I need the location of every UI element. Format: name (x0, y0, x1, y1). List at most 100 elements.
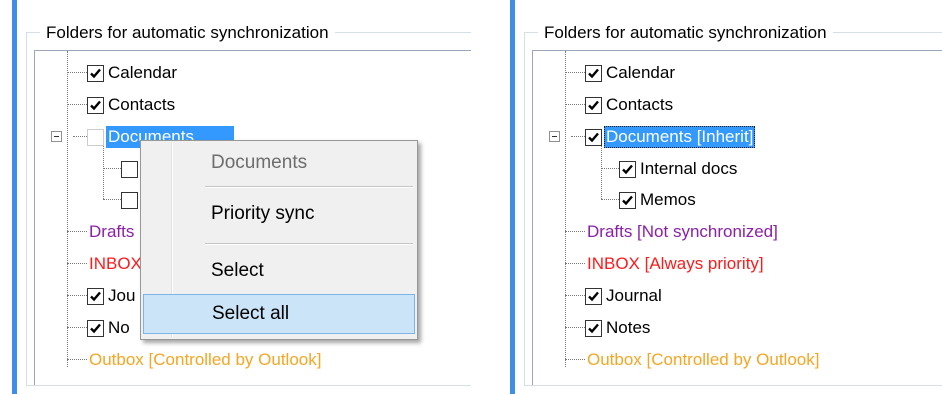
checkmark-icon (90, 100, 101, 110)
tree-item-documents[interactable]: Documents [Inherit] (585, 125, 756, 149)
checkbox-internal-docs[interactable] (619, 160, 636, 178)
checkbox-contacts[interactable] (87, 96, 104, 114)
tree-connector (565, 295, 585, 296)
tree-item-contacts[interactable]: Contacts (87, 93, 177, 117)
menu-header-documents: Documents (143, 143, 415, 183)
tree-connector (565, 51, 566, 367)
tree-item-label: Documents [Inherit] (604, 126, 756, 148)
tree-item-contacts[interactable]: Contacts (585, 93, 675, 117)
right-folder-tree[interactable]: Calendar Contacts Documents [Inherit] In… (532, 50, 942, 385)
tree-item-outbox[interactable]: Outbox [Controlled by Outlook] (585, 348, 821, 372)
tree-item-label: No (108, 318, 130, 337)
tree-item-label: INBOX (89, 254, 142, 273)
tree-item-label: Calendar (606, 63, 675, 82)
tree-item-label: Journal (606, 286, 662, 305)
tree-item-inbox[interactable]: INBOX [Always priority] (585, 252, 766, 276)
tree-item-notes[interactable]: No (87, 316, 132, 340)
checkbox-calendar[interactable] (585, 64, 602, 82)
tree-item-label: Notes (606, 318, 651, 337)
tree-item-label: Outbox [Controlled by Outlook] (89, 350, 322, 369)
tree-connector (73, 136, 87, 137)
tree-connector (67, 263, 87, 264)
checkbox-memos[interactable] (619, 191, 636, 209)
checkbox-contacts[interactable] (585, 96, 602, 114)
menu-item-select-all[interactable]: Select all (143, 294, 415, 334)
tree-connector (67, 231, 87, 232)
tree-item-label: Jou (108, 286, 136, 305)
tree-connector (67, 359, 87, 360)
checkbox-documents[interactable] (585, 128, 602, 146)
menu-item-label: Select (211, 260, 264, 281)
checkbox-child-2[interactable] (121, 191, 138, 209)
tree-connector (67, 327, 87, 328)
checkbox-documents[interactable] (87, 128, 104, 146)
tree-connector (103, 168, 121, 169)
menu-separator (205, 186, 413, 188)
collapse-toggle-icon[interactable] (51, 131, 62, 142)
tree-item-internal-docs[interactable]: Internal docs (619, 157, 739, 181)
tree-item-memos[interactable]: Memos (619, 188, 698, 212)
tree-item-calendar[interactable]: Calendar (585, 61, 677, 85)
tree-item-label: Internal docs (640, 159, 738, 178)
tree-connector (565, 359, 585, 360)
checkmark-icon (588, 291, 599, 301)
checkbox-notes[interactable] (585, 319, 602, 337)
tree-item-label: Drafts (89, 222, 135, 241)
tree-connector (565, 104, 585, 105)
tree-item-journal[interactable]: Jou (87, 284, 137, 308)
menu-item-priority-sync[interactable]: Priority sync (143, 194, 415, 234)
tree-connector (565, 231, 585, 232)
checkmark-icon (588, 132, 599, 142)
tree-item-inbox[interactable]: INBOX (87, 252, 144, 276)
tree-item-label: Outbox [Controlled by Outlook] (587, 350, 820, 369)
tree-item-calendar[interactable]: Calendar (87, 61, 179, 85)
checkmark-icon (622, 164, 633, 174)
right-group-title: Folders for automatic synchronization (538, 22, 833, 44)
tree-item-label: Calendar (108, 63, 177, 82)
left-group-title: Folders for automatic synchronization (40, 22, 335, 44)
collapse-toggle-icon[interactable] (549, 131, 560, 142)
checkmark-icon (622, 195, 633, 205)
checkmark-icon (588, 323, 599, 333)
tree-item-label: INBOX [Always priority] (587, 254, 764, 273)
tree-item-drafts[interactable]: Drafts (87, 220, 136, 244)
context-menu: Documents Priority sync Select Select al… (140, 140, 418, 340)
checkbox-child-1[interactable] (121, 160, 138, 178)
checkbox-journal[interactable] (585, 287, 602, 305)
tree-connector (67, 51, 68, 367)
left-sync-panel: Folders for automatic synchronization Ca… (0, 0, 471, 394)
tree-connector (565, 327, 585, 328)
tree-item-drafts[interactable]: Drafts [Not synchronized] (585, 220, 780, 244)
menu-item-select[interactable]: Select (143, 251, 415, 291)
tree-connector (67, 72, 87, 73)
tree-item-journal[interactable]: Journal (585, 284, 664, 308)
tree-connector (571, 136, 585, 137)
tree-connector (103, 143, 104, 199)
tree-connector (565, 263, 585, 264)
tree-item-label: Drafts [Not synchronized] (587, 222, 778, 241)
tree-item-child-1[interactable] (121, 157, 140, 181)
checkbox-notes[interactable] (87, 319, 104, 337)
tree-item-outbox[interactable]: Outbox [Controlled by Outlook] (87, 348, 323, 372)
checkmark-icon (588, 68, 599, 78)
checkmark-icon (90, 68, 101, 78)
tree-item-child-2[interactable] (121, 188, 140, 212)
checkbox-calendar[interactable] (87, 64, 104, 82)
tree-connector (601, 168, 619, 169)
tree-connector (103, 199, 121, 200)
checkbox-journal[interactable] (87, 287, 104, 305)
checkmark-icon (90, 323, 101, 333)
tree-item-notes[interactable]: Notes (585, 316, 652, 340)
tree-item-label: Memos (640, 190, 696, 209)
menu-item-label: Priority sync (211, 203, 315, 224)
checkmark-icon (90, 291, 101, 301)
tree-connector (601, 199, 619, 200)
tree-item-label: Contacts (108, 95, 176, 114)
right-sync-panel: Folders for automatic synchronization Ca… (498, 0, 942, 394)
checkmark-icon (588, 100, 599, 110)
menu-header-label: Documents (211, 152, 308, 173)
menu-item-label: Select all (212, 303, 290, 324)
tree-connector (565, 72, 585, 73)
tree-connector (67, 295, 87, 296)
menu-separator (205, 243, 413, 245)
